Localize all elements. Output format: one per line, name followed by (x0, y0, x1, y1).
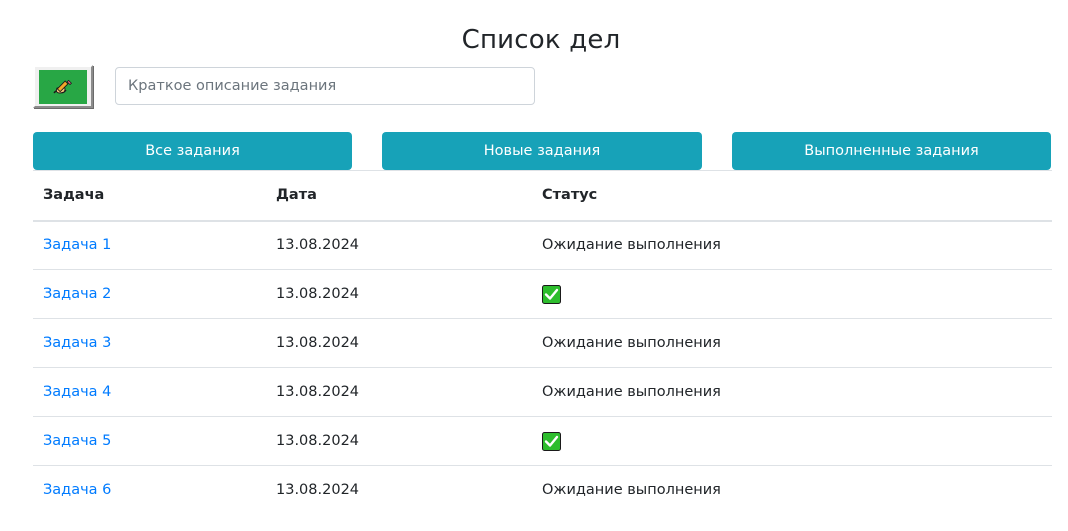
table-row: Задача 5 13.08.2024 (33, 416, 1052, 466)
task-status (532, 416, 1052, 466)
task-date: 13.08.2024 (266, 269, 532, 319)
filter-new-button[interactable]: Новые задания (382, 132, 702, 170)
task-link[interactable]: Задача 4 (43, 384, 111, 400)
table-row: Задача 2 13.08.2024 (33, 269, 1052, 319)
todo-page: Список дел Все задания Новые задания Вып… (0, 0, 1068, 531)
task-status: Ожидание выполнения (532, 220, 1052, 270)
task-date: 13.08.2024 (266, 416, 532, 466)
table-header-row: Задача Дата Статус (33, 170, 1052, 222)
check-mark-icon (542, 431, 561, 451)
check-mark-icon (542, 284, 561, 304)
task-date: 13.08.2024 (266, 220, 532, 270)
task-link[interactable]: Задача 2 (43, 286, 111, 302)
column-header-status: Статус (532, 170, 1052, 222)
table-row: Задача 1 13.08.2024 Ожидание выполнения (33, 220, 1052, 270)
column-header-task: Задача (33, 170, 266, 222)
task-status: Ожидание выполнения (532, 367, 1052, 417)
task-date: 13.08.2024 (266, 318, 532, 368)
task-date: 13.08.2024 (276, 482, 360, 499)
tasks-table: Задача Дата Статус Задача 1 13.08.2024 О… (33, 170, 1052, 515)
task-description-input[interactable] (115, 67, 535, 105)
table-row: Задача 4 13.08.2024 Ожидание выполнения (33, 367, 1052, 417)
add-task-button[interactable] (33, 65, 93, 108)
tasks-table-container: Задача Дата Статус Задача 1 13.08.2024 О… (33, 170, 1052, 515)
task-link[interactable]: Задача 6 (43, 482, 111, 498)
filter-all-button[interactable]: Все задания (33, 132, 352, 170)
task-date: 13.08.2024 (266, 367, 532, 417)
filter-done-button[interactable]: Выполненные задания (732, 132, 1051, 170)
table-row: Задача 3 13.08.2024 Ожидание выполнения (33, 318, 1052, 368)
task-status (532, 269, 1052, 319)
task-status: Ожидание выполнения (542, 482, 721, 499)
table-row: Задача 6 13.08.2024 Ожидание выполнения (33, 466, 1052, 515)
task-link[interactable]: Задача 3 (43, 335, 111, 351)
pencil-writing-icon (53, 79, 72, 94)
page-title: Список дел (461, 25, 621, 55)
column-header-date: Дата (266, 170, 532, 222)
add-button-face (39, 70, 87, 104)
task-link[interactable]: Задача 5 (43, 433, 111, 449)
task-status: Ожидание выполнения (532, 318, 1052, 368)
task-link[interactable]: Задача 1 (43, 237, 111, 253)
